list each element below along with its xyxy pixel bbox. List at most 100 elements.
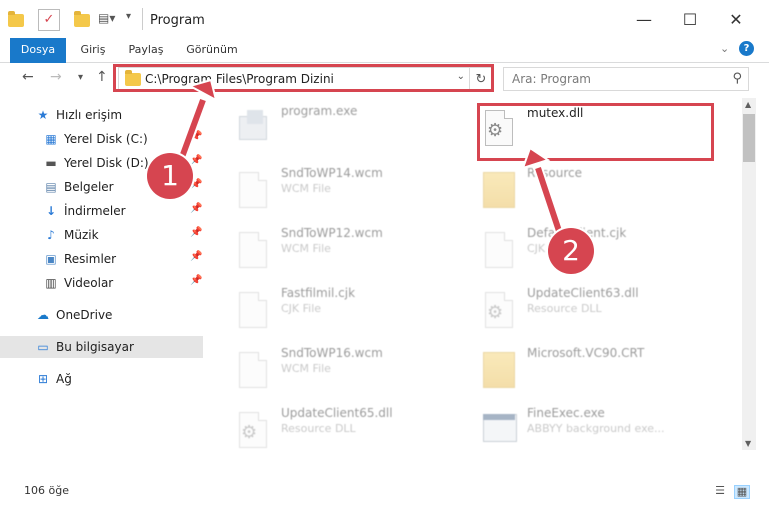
window-title: Program [150, 13, 205, 28]
sidebar-item-label: Müzik [64, 228, 99, 242]
view-layout-icon[interactable]: ▤▾ [98, 11, 115, 29]
sidebar-item-this-pc[interactable]: ▭ Bu bilgisayar [0, 336, 203, 358]
list-item[interactable]: SndToWP14.wcm WCM File [233, 162, 473, 212]
close-button[interactable]: ✕ [713, 0, 759, 38]
sidebar-item-videos[interactable]: ▥ Videolar 📌 [0, 272, 203, 294]
sidebar-item-label: Videolar [64, 276, 114, 290]
pictures-icon: ▣ [45, 252, 57, 266]
file-type: Resource DLL [527, 302, 602, 315]
list-item[interactable]: Resource [479, 162, 719, 212]
list-item[interactable]: Fastfilmil.cjk CJK File [233, 282, 473, 332]
dll-icon: ⚙ [483, 288, 515, 328]
tab-view[interactable]: Görünüm [180, 38, 244, 62]
sidebar-item-label: Yerel Disk (D:) [64, 156, 149, 170]
list-item[interactable]: program.exe [233, 100, 473, 150]
back-button[interactable]: ← [22, 69, 34, 85]
file-icon [237, 348, 269, 388]
pin-icon: 📌 [190, 275, 203, 286]
file-type: WCM File [281, 182, 331, 195]
music-icon: ♪ [47, 228, 55, 242]
sidebar-item-label: Bu bilgisayar [56, 340, 134, 354]
recent-locations-icon[interactable]: ▾ [78, 72, 83, 83]
pin-icon: 📌 [190, 131, 203, 142]
sidebar-item-label: Yerel Disk (C:) [64, 132, 148, 146]
file-name: Fastfilmil.cjk [281, 286, 356, 300]
ribbon-tabs: Dosya Giriş Paylaş Görünüm ⌄ ? [0, 38, 769, 88]
file-name: FineExec.exe [527, 406, 605, 420]
file-name: UpdateClient63.dll [527, 286, 639, 300]
drive-icon: ▦ [45, 132, 57, 146]
title-bar: ✓ ▤▾ ▾ Program — ☐ ✕ [0, 0, 769, 38]
list-item[interactable]: FineExec.exe ABBYY background exe... [479, 402, 719, 450]
search-input[interactable]: Ara: Program ⚲ [503, 67, 749, 91]
file-type: WCM File [281, 242, 331, 255]
drive-icon: ▬ [45, 156, 57, 170]
sidebar-item-disk-c[interactable]: ▦ Yerel Disk (C:) 📌 [0, 128, 203, 150]
large-icons-view-icon[interactable]: ▦ [734, 485, 750, 499]
sidebar-item-label: Hızlı erişim [56, 108, 123, 122]
star-icon: ★ [37, 108, 49, 122]
up-button[interactable]: ↑ [96, 69, 108, 85]
callout-step-2: 2 [548, 228, 594, 274]
file-name: Resource [527, 166, 583, 180]
vertical-scrollbar[interactable]: ▲ ▼ [742, 98, 756, 450]
search-icon: ⚲ [732, 71, 742, 86]
details-view-icon[interactable]: ☰ [713, 485, 727, 497]
file-type: ABBYY background exe... [527, 422, 665, 435]
status-bar: 106 öğe ☰ ▦ [0, 480, 769, 504]
folder-icon [483, 168, 515, 208]
search-placeholder: Ara: Program [512, 72, 591, 86]
network-icon: ⊞ [37, 372, 49, 386]
tab-share[interactable]: Paylaş [124, 38, 168, 62]
list-item[interactable]: ⚙ UpdateClient63.dll Resource DLL [479, 282, 719, 332]
documents-icon: ▤ [45, 180, 57, 194]
sidebar-item-pictures[interactable]: ▣ Resimler 📌 [0, 248, 203, 270]
pin-icon: 📌 [190, 155, 203, 166]
help-icon[interactable]: ? [739, 41, 754, 56]
file-highlight-box [477, 103, 714, 161]
file-type: CJK File [281, 302, 322, 315]
scroll-up-icon[interactable]: ▲ [745, 100, 751, 109]
sidebar-item-label: Belgeler [64, 180, 114, 194]
sidebar-item-label: OneDrive [56, 308, 113, 322]
sidebar-item-downloads[interactable]: ↓ İndirmeler 📌 [0, 200, 203, 222]
videos-icon: ▥ [45, 276, 57, 290]
file-name: Microsoft.VC90.CRT [527, 346, 645, 360]
sidebar-item-label: Ağ [56, 372, 72, 386]
file-icon [483, 228, 515, 268]
forward-button[interactable]: → [50, 69, 62, 85]
file-icon [237, 228, 269, 268]
sidebar-item-label: İndirmeler [64, 204, 126, 218]
list-item[interactable]: DefaultClient.cjk CJK File [479, 222, 719, 272]
file-icon [237, 168, 269, 208]
list-item[interactable]: SndToWP12.wcm WCM File [233, 222, 473, 272]
sidebar-item-network[interactable]: ⊞ Ağ [0, 368, 203, 390]
maximize-button[interactable]: ☐ [667, 0, 713, 38]
sidebar-item-quick-access[interactable]: ★ Hızlı erişim [0, 104, 203, 126]
callout-step-1: 1 [147, 153, 193, 199]
minimize-button[interactable]: — [621, 0, 667, 38]
customize-toolbar-icon[interactable]: ▾ [126, 11, 131, 29]
folder-icon [483, 348, 515, 388]
title-divider [142, 8, 143, 30]
download-icon: ↓ [45, 204, 57, 218]
dll-icon: ⚙ [237, 408, 269, 448]
scrollbar-thumb[interactable] [743, 114, 755, 162]
file-type: Resource DLL [281, 422, 356, 435]
sidebar-item-music[interactable]: ♪ Müzik 📌 [0, 224, 203, 246]
navigation-pane: ★ Hızlı erişim ▦ Yerel Disk (C:) 📌 ▬ Yer… [0, 98, 206, 450]
ribbon-expand-icon[interactable]: ⌄ [720, 42, 729, 55]
pin-icon: 📌 [190, 227, 203, 238]
sidebar-item-label: Resimler [64, 252, 117, 266]
list-item[interactable]: SndToWP16.wcm WCM File [233, 342, 473, 392]
properties-icon[interactable]: ✓ [38, 9, 60, 31]
list-item[interactable]: ⚙ UpdateClient65.dll Resource DLL [233, 402, 473, 450]
pin-icon: 📌 [190, 251, 203, 262]
sidebar-item-onedrive[interactable]: ☁ OneDrive [0, 304, 203, 326]
item-count: 106 öğe [24, 484, 69, 497]
tab-home[interactable]: Giriş [74, 38, 112, 62]
scroll-down-icon[interactable]: ▼ [745, 439, 751, 448]
list-item[interactable]: Microsoft.VC90.CRT [479, 342, 719, 392]
file-name: UpdateClient65.dll [281, 406, 393, 420]
file-type: WCM File [281, 362, 331, 375]
